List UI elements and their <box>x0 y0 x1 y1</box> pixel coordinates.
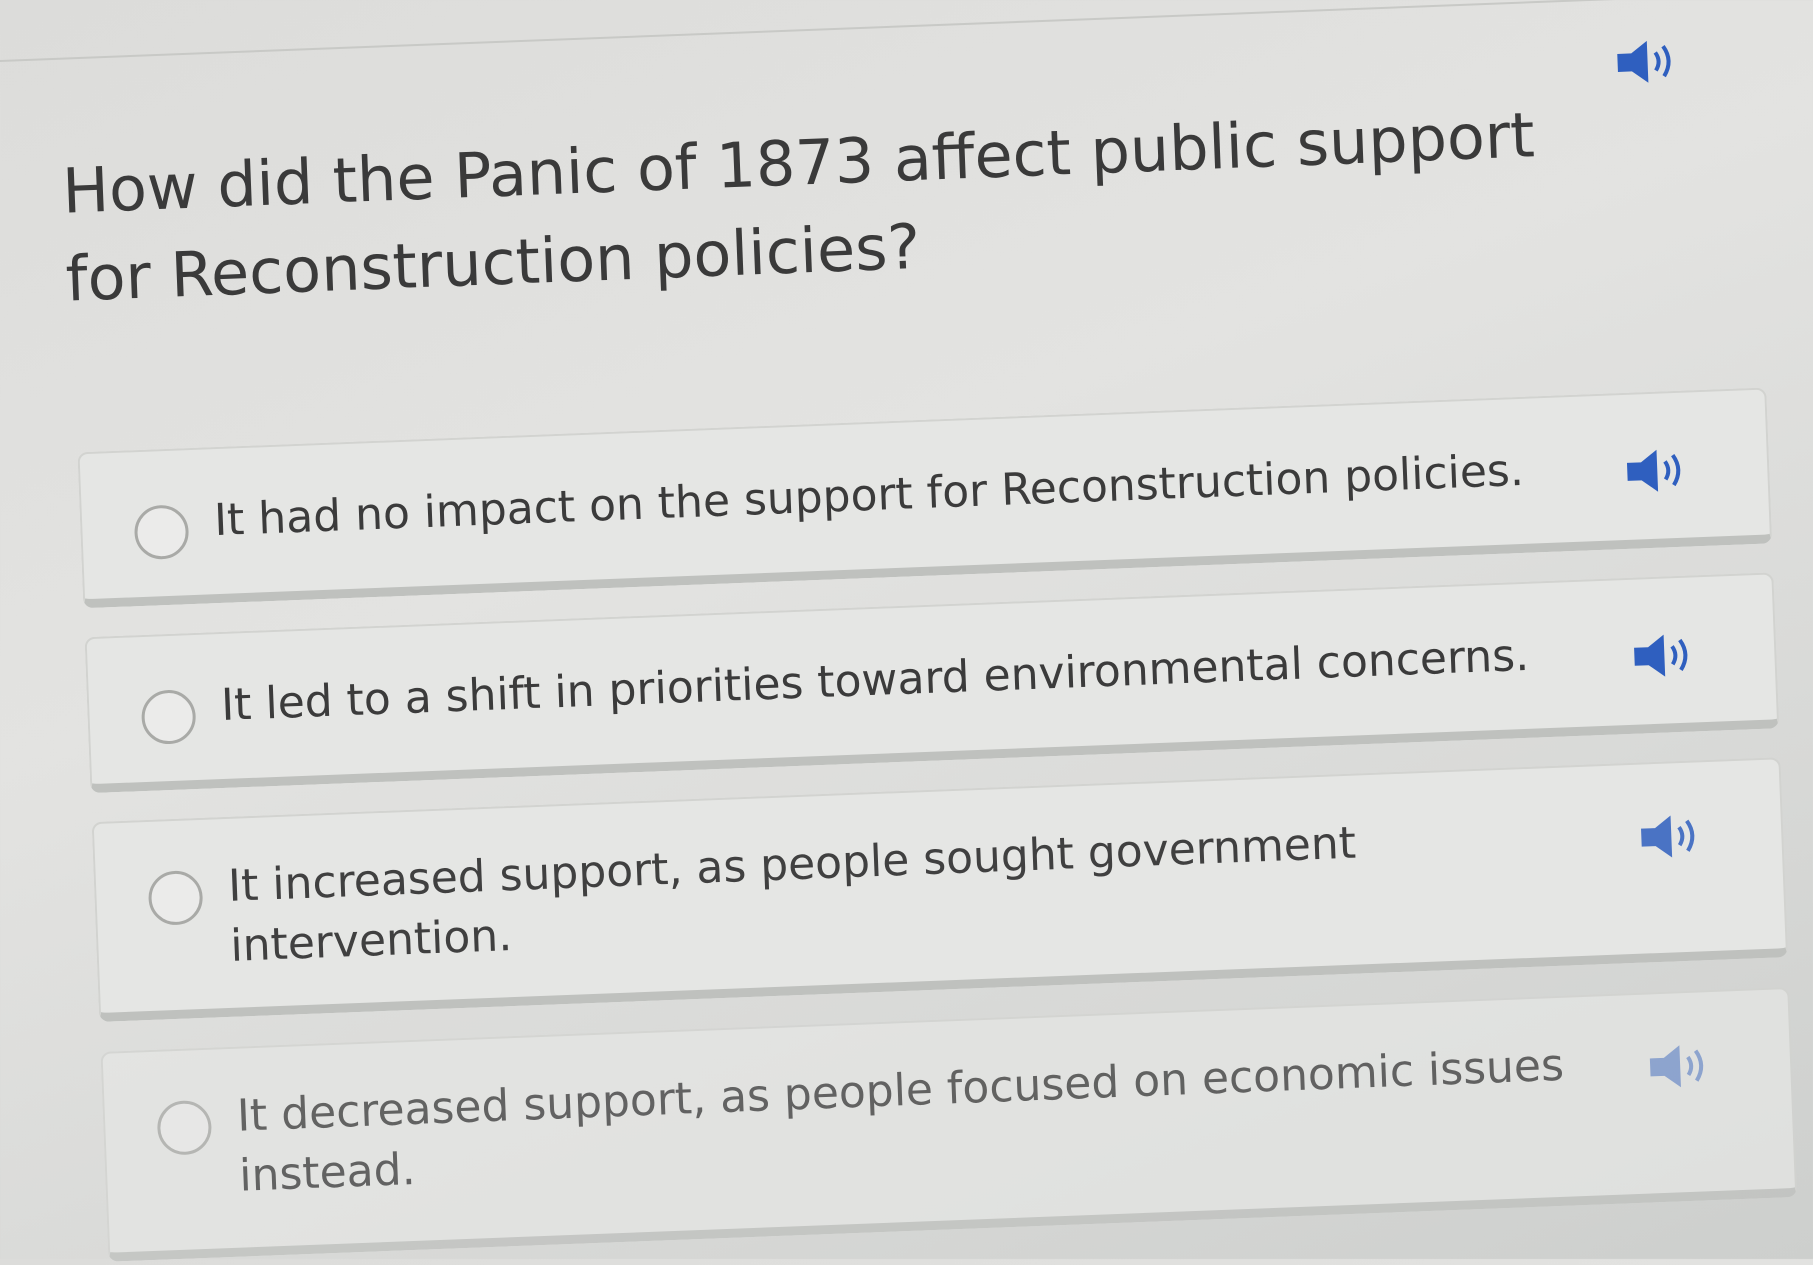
answer-option-label: It increased support, as people sought g… <box>227 817 1357 972</box>
speaker-icon[interactable] <box>1613 36 1679 88</box>
answer-option-label: It led to a shift in priorities toward e… <box>220 629 1530 732</box>
speaker-icon[interactable] <box>1636 810 1702 862</box>
answer-option-4[interactable]: It decreased support, as people focused … <box>100 987 1798 1262</box>
divider <box>0 0 1682 63</box>
answer-option-label: It had no impact on the support for Reco… <box>213 444 1525 547</box>
quiz-question-panel: How did the Panic of 1873 affect public … <box>0 0 1813 1262</box>
radio-button[interactable] <box>147 869 204 926</box>
speaker-icon[interactable] <box>1629 629 1695 681</box>
question-text: How did the Panic of 1873 affect public … <box>60 98 1536 316</box>
answer-option-label: It decreased support, as people focused … <box>236 1039 1565 1202</box>
radio-button[interactable] <box>156 1099 213 1156</box>
answer-option-1[interactable]: It had no impact on the support for Reco… <box>77 387 1773 609</box>
speaker-icon[interactable] <box>1622 445 1688 497</box>
radio-button[interactable] <box>133 504 190 561</box>
answer-option-3[interactable]: It increased support, as people sought g… <box>91 757 1789 1022</box>
answer-option-2[interactable]: It led to a shift in priorities toward e… <box>84 572 1780 794</box>
radio-button[interactable] <box>140 689 197 746</box>
speaker-icon[interactable] <box>1645 1040 1711 1092</box>
